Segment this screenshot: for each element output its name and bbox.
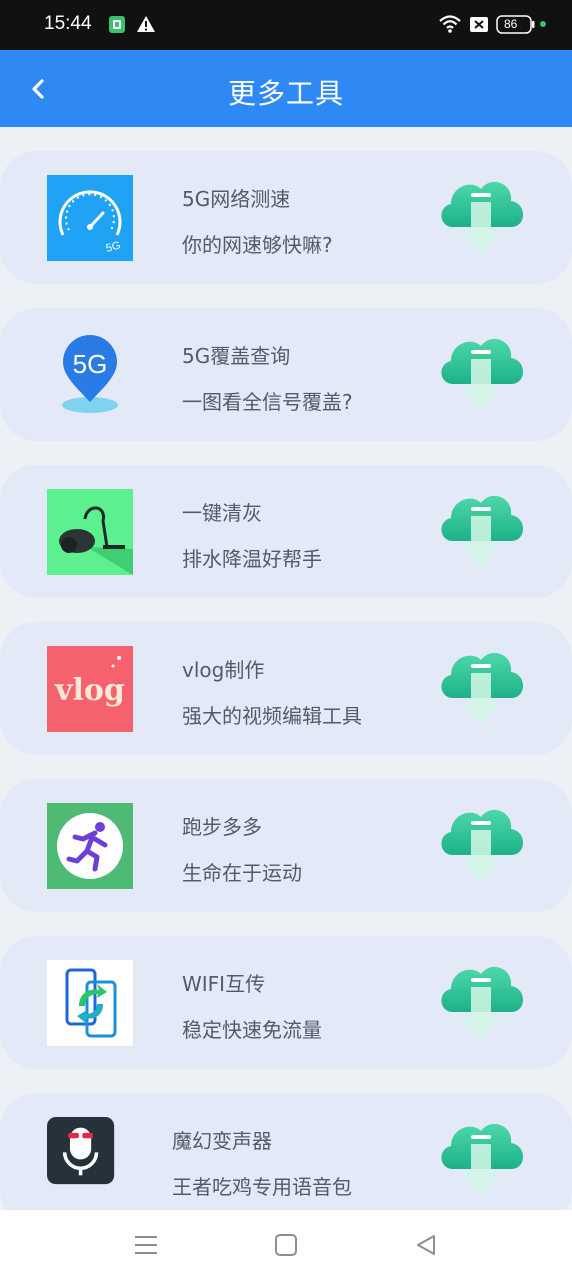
tool-name: WIFI互传 [182, 972, 266, 996]
tool-card-wifi-transfer[interactable]: WIFI互传 稳定快速免流量 [0, 936, 572, 1069]
tool-description: 稳定快速免流量 [182, 1018, 322, 1042]
wifi-icon [439, 15, 461, 33]
tool-description: 你的网速够快嘛? [182, 233, 333, 257]
tool-name: 5G网络测速 [182, 187, 291, 211]
tool-name: 5G覆盖查询 [182, 344, 291, 368]
tool-card-vlog[interactable]: vlog vlog制作 强大的视频编辑工具 [0, 622, 572, 755]
status-bar: 15:44 86 [0, 0, 572, 50]
menu-icon[interactable] [132, 1232, 160, 1258]
tool-name: 魔幻变声器 [172, 1129, 272, 1153]
download-cloud-icon[interactable] [437, 646, 525, 730]
tool-card-dust-clean[interactable]: 一键清灰 排水降温好帮手 [0, 465, 572, 598]
warning-icon [137, 16, 155, 32]
status-time: 15:44 [44, 13, 92, 34]
tool-description: 生命在于运动 [182, 861, 302, 885]
download-cloud-icon[interactable] [437, 332, 525, 416]
tool-card-running[interactable]: 跑步多多 生命在于运动 [0, 779, 572, 912]
download-cloud-icon[interactable] [437, 803, 525, 887]
svg-text:5G: 5G [73, 349, 108, 379]
page-title: 更多工具 [227, 77, 344, 110]
tool-card-coverage[interactable]: 5G 5G覆盖查询 一图看全信号覆盖? [0, 308, 572, 441]
tool-list: 5G 5G网络测速 你的网速够快嘛? 5G 5G覆盖查询 一图看全信号覆盖? 一… [0, 127, 572, 1210]
tool-description: 王者吃鸡专用语音包 [172, 1175, 352, 1199]
5g-map-pin-icon: 5G [62, 335, 118, 413]
battery-level: 86 [504, 17, 518, 31]
app-notification-icon [109, 16, 125, 33]
home-icon[interactable] [272, 1232, 300, 1258]
download-cloud-icon[interactable] [437, 1117, 525, 1201]
tool-card-speed-test[interactable]: 5G 5G网络测速 你的网速够快嘛? [0, 151, 572, 284]
tool-description: 强大的视频编辑工具 [182, 704, 362, 728]
tool-description: 一图看全信号覆盖? [182, 390, 353, 414]
back-triangle-icon[interactable] [412, 1232, 440, 1258]
vlog-icon: vlog [47, 646, 133, 732]
tool-description: 排水降温好帮手 [182, 547, 322, 571]
vacuum-cleaner-icon [47, 489, 133, 575]
svg-text:vlog: vlog [54, 673, 125, 708]
tool-name: 跑步多多 [182, 815, 262, 839]
speedometer-5g-icon: 5G [47, 175, 133, 261]
app-header: 更多工具 [0, 50, 572, 127]
tool-card-voice-changer[interactable]: 魔幻变声器 王者吃鸡专用语音包 [0, 1093, 572, 1210]
phone-transfer-icon [47, 960, 133, 1046]
tool-name: vlog制作 [182, 658, 265, 682]
charging-dot-icon [540, 21, 546, 27]
system-nav-bar [0, 1210, 572, 1280]
runner-icon [47, 803, 133, 889]
tool-name: 一键清灰 [182, 501, 262, 525]
download-cloud-icon[interactable] [437, 175, 525, 259]
download-cloud-icon[interactable] [437, 489, 525, 573]
download-cloud-icon[interactable] [437, 960, 525, 1044]
sim-disabled-icon [470, 17, 488, 32]
voice-changer-icon [47, 1117, 115, 1185]
